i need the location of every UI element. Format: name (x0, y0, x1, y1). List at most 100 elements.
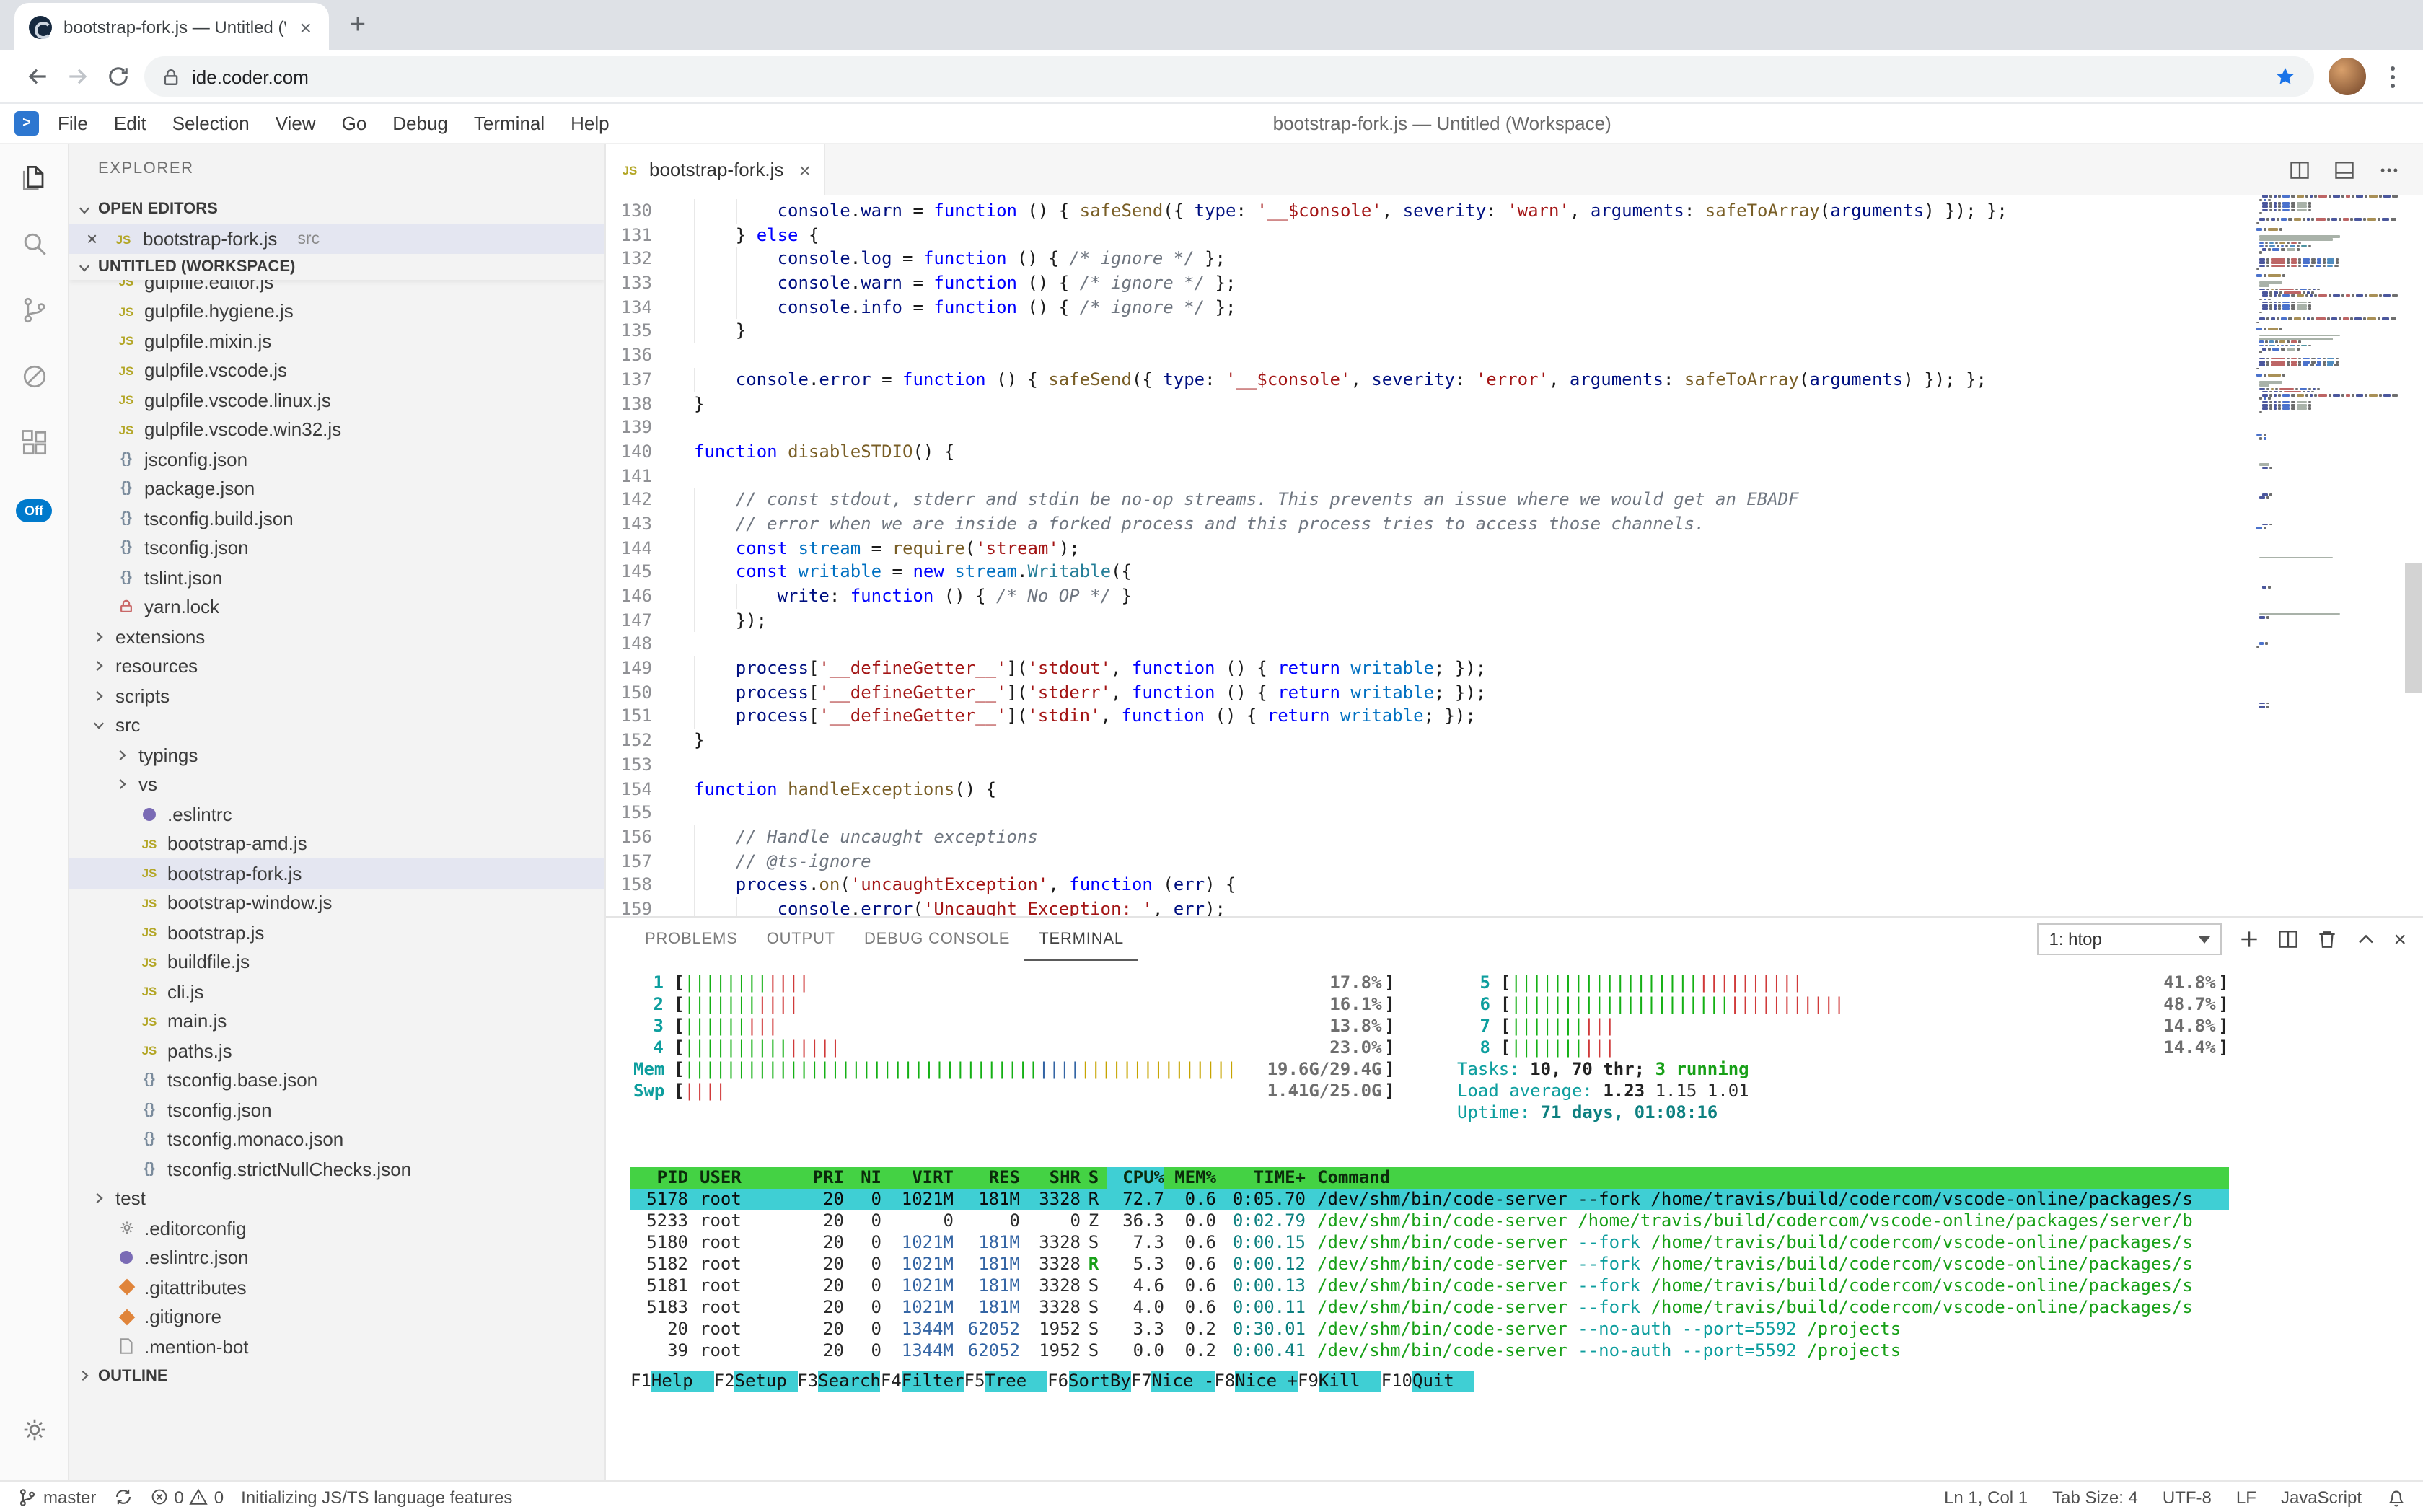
browser-tab[interactable]: bootstrap-fork.js — Untitled (W × (14, 3, 329, 50)
tree-item-bootstrap-fork-js[interactable]: JSbootstrap-fork.js (69, 858, 604, 888)
process-row-5180[interactable]: 5180root2001021M181M3328S7.30.60:00.15/d… (630, 1232, 2229, 1254)
column-cpu[interactable]: CPU% (1107, 1167, 1164, 1189)
explorer-icon[interactable] (0, 144, 69, 211)
tree-item-eslintrc-json[interactable]: .eslintrc.json (69, 1243, 604, 1273)
language-mode[interactable]: JavaScript (2281, 1487, 2362, 1507)
tree-item-editorconfig[interactable]: .editorconfig (69, 1213, 604, 1243)
tree-item-bootstrap-window-js[interactable]: JSbootstrap-window.js (69, 888, 604, 918)
tree-item-gulpfile-hygiene-js[interactable]: JSgulpfile.hygiene.js (69, 296, 604, 326)
layout-icon[interactable] (2333, 158, 2356, 181)
sync-item[interactable] (113, 1487, 132, 1506)
bookmark-star-icon[interactable] (2274, 65, 2297, 88)
outline-section[interactable]: OUTLINE (69, 1361, 604, 1390)
column-time[interactable]: TIME+ (1216, 1167, 1306, 1189)
tree-item-tslint-json[interactable]: {}tslint.json (69, 563, 604, 592)
column-mem[interactable]: MEM% (1164, 1167, 1216, 1189)
menu-view[interactable]: View (263, 113, 329, 134)
editor-code[interactable]: console.warn = function () { safeSend({ … (672, 195, 2423, 916)
column-res[interactable]: RES (954, 1167, 1020, 1189)
tree-item-yarn-lock[interactable]: yarn.lock (69, 592, 604, 622)
tab-close-icon[interactable]: × (297, 14, 315, 40)
menu-go[interactable]: Go (329, 113, 380, 134)
process-row-5233[interactable]: 5233root200000Z36.30.00:02.79/dev/shm/bi… (630, 1210, 2229, 1232)
extensions-icon[interactable] (0, 410, 69, 476)
tree-item-tsconfig-strictnullchecks-json[interactable]: {}tsconfig.strictNullChecks.json (69, 1154, 604, 1184)
workspace-section[interactable]: UNTITLED (WORKSPACE) (69, 254, 604, 280)
reload-button[interactable] (98, 56, 138, 97)
status-badge[interactable]: Off (16, 499, 52, 522)
tree-item-vs[interactable]: vs (69, 770, 604, 799)
menu-edit[interactable]: Edit (101, 113, 159, 134)
browser-menu-icon[interactable] (2378, 66, 2406, 87)
fkey-action-search[interactable]: Search (818, 1371, 881, 1392)
fkey-f7[interactable]: F7 (1131, 1371, 1152, 1392)
editor-scrollbar-thumb[interactable] (2405, 563, 2422, 693)
tree-item-extensions[interactable]: extensions (69, 622, 604, 651)
fkey-f10[interactable]: F10 (1381, 1371, 1412, 1392)
column-shr[interactable]: SHR (1020, 1167, 1081, 1189)
tree-item-buildfile-js[interactable]: JSbuildfile.js (69, 947, 604, 977)
menu-debug[interactable]: Debug (379, 113, 461, 134)
process-row-5181[interactable]: 5181root2001021M181M3328S4.60.60:00.13/d… (630, 1275, 2229, 1297)
fkey-f8[interactable]: F8 (1214, 1371, 1235, 1392)
source-control-icon[interactable] (0, 277, 69, 343)
tree-item-resources[interactable]: resources (69, 651, 604, 681)
fkey-action-nice[interactable]: Nice + (1235, 1371, 1298, 1392)
notifications-bell-icon[interactable] (2386, 1487, 2406, 1507)
column-ni[interactable]: NI (844, 1167, 881, 1189)
close-icon[interactable]: × (87, 228, 104, 250)
tree-item-src[interactable]: src (69, 711, 604, 740)
cursor-position[interactable]: Ln 1, Col 1 (1944, 1487, 2028, 1507)
tree-item-gulpfile-vscode-win32-js[interactable]: JSgulpfile.vscode.win32.js (69, 415, 604, 444)
tree-item-tsconfig-base-json[interactable]: {}tsconfig.base.json (69, 1065, 604, 1095)
fkey-f1[interactable]: F1 (630, 1371, 651, 1392)
process-row-39[interactable]: 39root2001344M620521952S0.00.20:00.41/de… (630, 1340, 2229, 1362)
column-pri[interactable]: PRI (801, 1167, 844, 1189)
process-row-5178[interactable]: 5178root2001021M181M3328R72.70.60:05.70/… (630, 1189, 2229, 1210)
tree-item-scripts[interactable]: scripts (69, 681, 604, 711)
new-tab-button[interactable]: + (338, 6, 378, 46)
tree-item-gulpfile-vscode-linux-js[interactable]: JSgulpfile.vscode.linux.js (69, 385, 604, 415)
tree-item-typings[interactable]: typings (69, 740, 604, 770)
kill-terminal-icon[interactable] (2316, 928, 2339, 951)
panel-tab-output[interactable]: OUTPUT (752, 918, 850, 961)
tree-item-tsconfig-json[interactable]: {}tsconfig.json (69, 533, 604, 563)
tree-item-gulpfile-vscode-js[interactable]: JSgulpfile.vscode.js (69, 356, 604, 385)
process-row-5182[interactable]: 5182root2001021M181M3328R5.30.60:00.12/d… (630, 1254, 2229, 1275)
fkey-action-setup[interactable]: Setup (735, 1371, 798, 1392)
problems-item[interactable]: 0 0 (149, 1487, 224, 1507)
open-editors-section[interactable]: OPEN EDITORS (69, 195, 604, 224)
tree-item-gulpfile-editor-js[interactable]: JSgulpfile.editor.js (69, 280, 604, 296)
tree-item-jsconfig-json[interactable]: {}jsconfig.json (69, 444, 604, 474)
tree-item-gitattributes[interactable]: .gitattributes (69, 1273, 604, 1302)
fkey-f6[interactable]: F6 (1047, 1371, 1068, 1392)
tree-item-package-json[interactable]: {}package.json (69, 474, 604, 504)
panel-tab-problems[interactable]: PROBLEMS (630, 918, 752, 961)
split-terminal-icon[interactable] (2277, 928, 2300, 951)
fkey-action-sortby[interactable]: SortBy (1068, 1371, 1131, 1392)
tree-item-gulpfile-mixin-js[interactable]: JSgulpfile.mixin.js (69, 326, 604, 356)
tab-close-icon[interactable]: × (799, 158, 811, 181)
menu-terminal[interactable]: Terminal (461, 113, 558, 134)
editor-tab[interactable]: JS bootstrap-fork.js × (606, 144, 825, 195)
tree-item-tsconfig-build-json[interactable]: {}tsconfig.build.json (69, 504, 604, 533)
fkey-f2[interactable]: F2 (714, 1371, 735, 1392)
terminal-picker[interactable]: 1: htop (2037, 923, 2222, 955)
column-virt[interactable]: VIRT (881, 1167, 954, 1189)
fkey-action-quit[interactable]: Quit (1412, 1371, 1475, 1392)
fkey-action-filter[interactable]: Filter (902, 1371, 964, 1392)
tree-item-bootstrap-amd-js[interactable]: JSbootstrap-amd.js (69, 829, 604, 858)
settings-gear-icon[interactable] (0, 1397, 69, 1463)
open-editor-item[interactable]: × JS bootstrap-fork.js src (69, 224, 604, 254)
fkey-f3[interactable]: F3 (797, 1371, 818, 1392)
forward-button[interactable] (58, 56, 98, 97)
new-terminal-icon[interactable] (2238, 928, 2261, 951)
process-row-20[interactable]: 20root2001344M620521952S3.30.20:30.01/de… (630, 1319, 2229, 1340)
tab-size[interactable]: Tab Size: 4 (2052, 1487, 2138, 1507)
close-panel-icon[interactable]: × (2393, 928, 2406, 950)
tree-item-mention-bot[interactable]: .mention-bot (69, 1332, 604, 1361)
tree-item-tsconfig-monaco-json[interactable]: {}tsconfig.monaco.json (69, 1125, 604, 1154)
maximize-panel-icon[interactable] (2354, 928, 2378, 951)
minimap[interactable] (2253, 195, 2404, 916)
panel-tab-debug-console[interactable]: DEBUG CONSOLE (850, 918, 1024, 961)
